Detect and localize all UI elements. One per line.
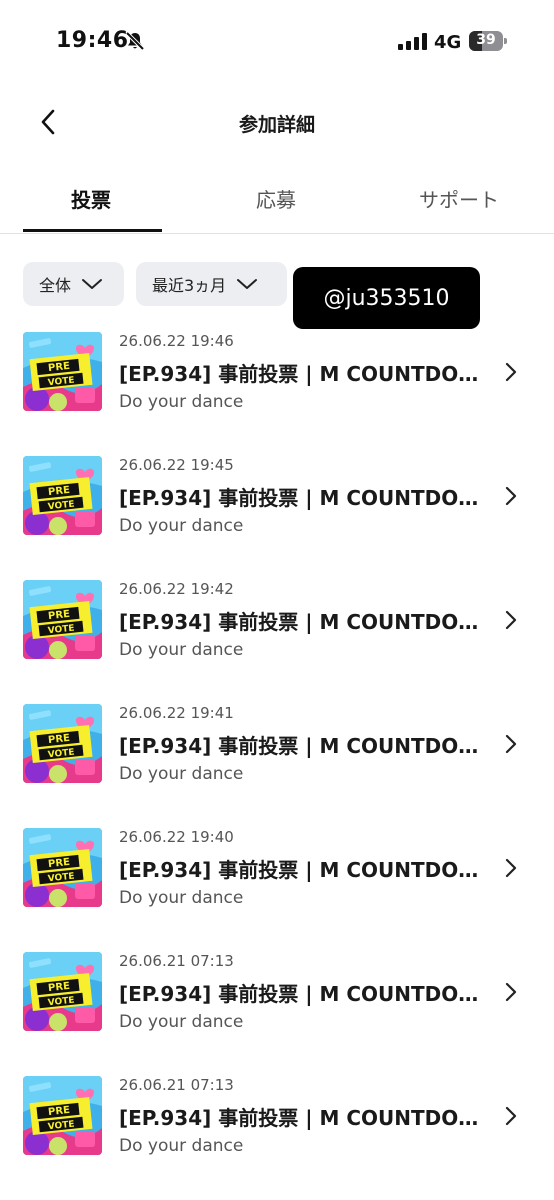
item-subtitle: Do your dance — [119, 764, 244, 784]
item-title: [EP.934] 事前投票 | M COUNTDOWN — [119, 858, 481, 882]
item-date: 26.06.22 19:46 — [119, 332, 234, 350]
list-item[interactable]: PRE VOTE 26.06.21 07:13 [EP.934] 事前投票 | … — [0, 1074, 554, 1160]
item-subtitle: Do your dance — [119, 888, 244, 908]
item-date: 26.06.22 19:45 — [119, 456, 234, 474]
signal-icon — [398, 33, 427, 50]
period-filter-label: 最近3ヵ月 — [152, 276, 227, 295]
item-subtitle: Do your dance — [119, 640, 244, 660]
bell-muted-icon — [125, 31, 145, 51]
chevron-right-icon — [505, 858, 517, 878]
page-title: 参加詳細 — [238, 114, 315, 136]
network-label: 4G — [434, 32, 462, 53]
tab-vote[interactable]: 投票 — [71, 184, 111, 213]
tab-apply[interactable]: 応募 — [256, 184, 296, 213]
pre-vote-thumbnail: PRE VOTE — [23, 456, 102, 535]
item-date: 26.06.21 07:13 — [119, 952, 234, 970]
thumbnail-line1: PRE — [48, 609, 71, 622]
username-watermark: @ju353510 — [293, 267, 480, 329]
item-date: 26.06.22 19:40 — [119, 828, 234, 846]
item-title: [EP.934] 事前投票 | M COUNTDOWN — [119, 734, 481, 758]
list-item[interactable]: PRE VOTE 26.06.22 19:40 [EP.934] 事前投票 | … — [0, 826, 554, 912]
pre-vote-thumbnail: PRE VOTE — [23, 580, 102, 659]
item-date: 26.06.22 19:42 — [119, 580, 234, 598]
pre-vote-thumbnail: PRE VOTE — [23, 828, 102, 907]
item-subtitle: Do your dance — [119, 392, 244, 412]
chevron-right-icon — [505, 362, 517, 382]
scope-filter-dropdown[interactable]: 全体 — [23, 262, 124, 306]
status-bar: 19:46 4G 39 — [0, 0, 554, 84]
battery-icon: 39 — [469, 31, 507, 51]
item-date: 26.06.22 19:41 — [119, 704, 234, 722]
pre-vote-thumbnail: PRE VOTE — [23, 332, 102, 411]
thumbnail-line1: PRE — [48, 485, 71, 498]
item-title: [EP.934] 事前投票 | M COUNTDOWN — [119, 362, 481, 386]
chevron-right-icon — [505, 610, 517, 630]
item-title: [EP.934] 事前投票 | M COUNTDOWN — [119, 982, 481, 1006]
status-time: 19:46 — [56, 28, 129, 53]
thumbnail-line1: PRE — [48, 1105, 71, 1118]
tab-bar: 投票 応募 サポート — [0, 166, 554, 234]
item-title: [EP.934] 事前投票 | M COUNTDOWN — [119, 1106, 481, 1130]
chevron-down-icon — [237, 279, 258, 289]
thumbnail-line1: PRE — [48, 981, 71, 994]
thumbnail-line1: PRE — [48, 857, 71, 870]
chevron-down-icon — [82, 279, 103, 289]
item-title: [EP.934] 事前投票 | M COUNTDOWN — [119, 486, 481, 510]
item-date: 26.06.21 07:13 — [119, 1076, 234, 1094]
pre-vote-thumbnail: PRE VOTE — [23, 704, 102, 783]
scope-filter-label: 全体 — [39, 276, 72, 295]
item-subtitle: Do your dance — [119, 1012, 244, 1032]
item-subtitle: Do your dance — [119, 1136, 244, 1156]
list-item[interactable]: PRE VOTE 26.06.21 07:13 [EP.934] 事前投票 | … — [0, 950, 554, 1036]
list-item[interactable]: PRE VOTE 26.06.22 19:41 [EP.934] 事前投票 | … — [0, 702, 554, 788]
item-title: [EP.934] 事前投票 | M COUNTDOWN — [119, 610, 481, 634]
chevron-right-icon — [505, 486, 517, 506]
battery-percent: 39 — [476, 32, 496, 48]
tab-support[interactable]: サポート — [419, 184, 499, 213]
pre-vote-thumbnail: PRE VOTE — [23, 1076, 102, 1155]
period-filter-dropdown[interactable]: 最近3ヵ月 — [136, 262, 287, 306]
chevron-right-icon — [505, 982, 517, 1002]
thumbnail-line1: PRE — [48, 733, 71, 746]
list-item[interactable]: PRE VOTE 26.06.22 19:45 [EP.934] 事前投票 | … — [0, 454, 554, 540]
tab-indicator — [23, 229, 162, 232]
pre-vote-thumbnail: PRE VOTE — [23, 952, 102, 1031]
list-item[interactable]: PRE VOTE 26.06.22 19:46 [EP.934] 事前投票 | … — [0, 330, 554, 416]
chevron-right-icon — [505, 1106, 517, 1126]
chevron-right-icon — [505, 734, 517, 754]
item-subtitle: Do your dance — [119, 516, 244, 536]
thumbnail-line1: PRE — [48, 361, 71, 374]
list-item[interactable]: PRE VOTE 26.06.22 19:42 [EP.934] 事前投票 | … — [0, 578, 554, 664]
